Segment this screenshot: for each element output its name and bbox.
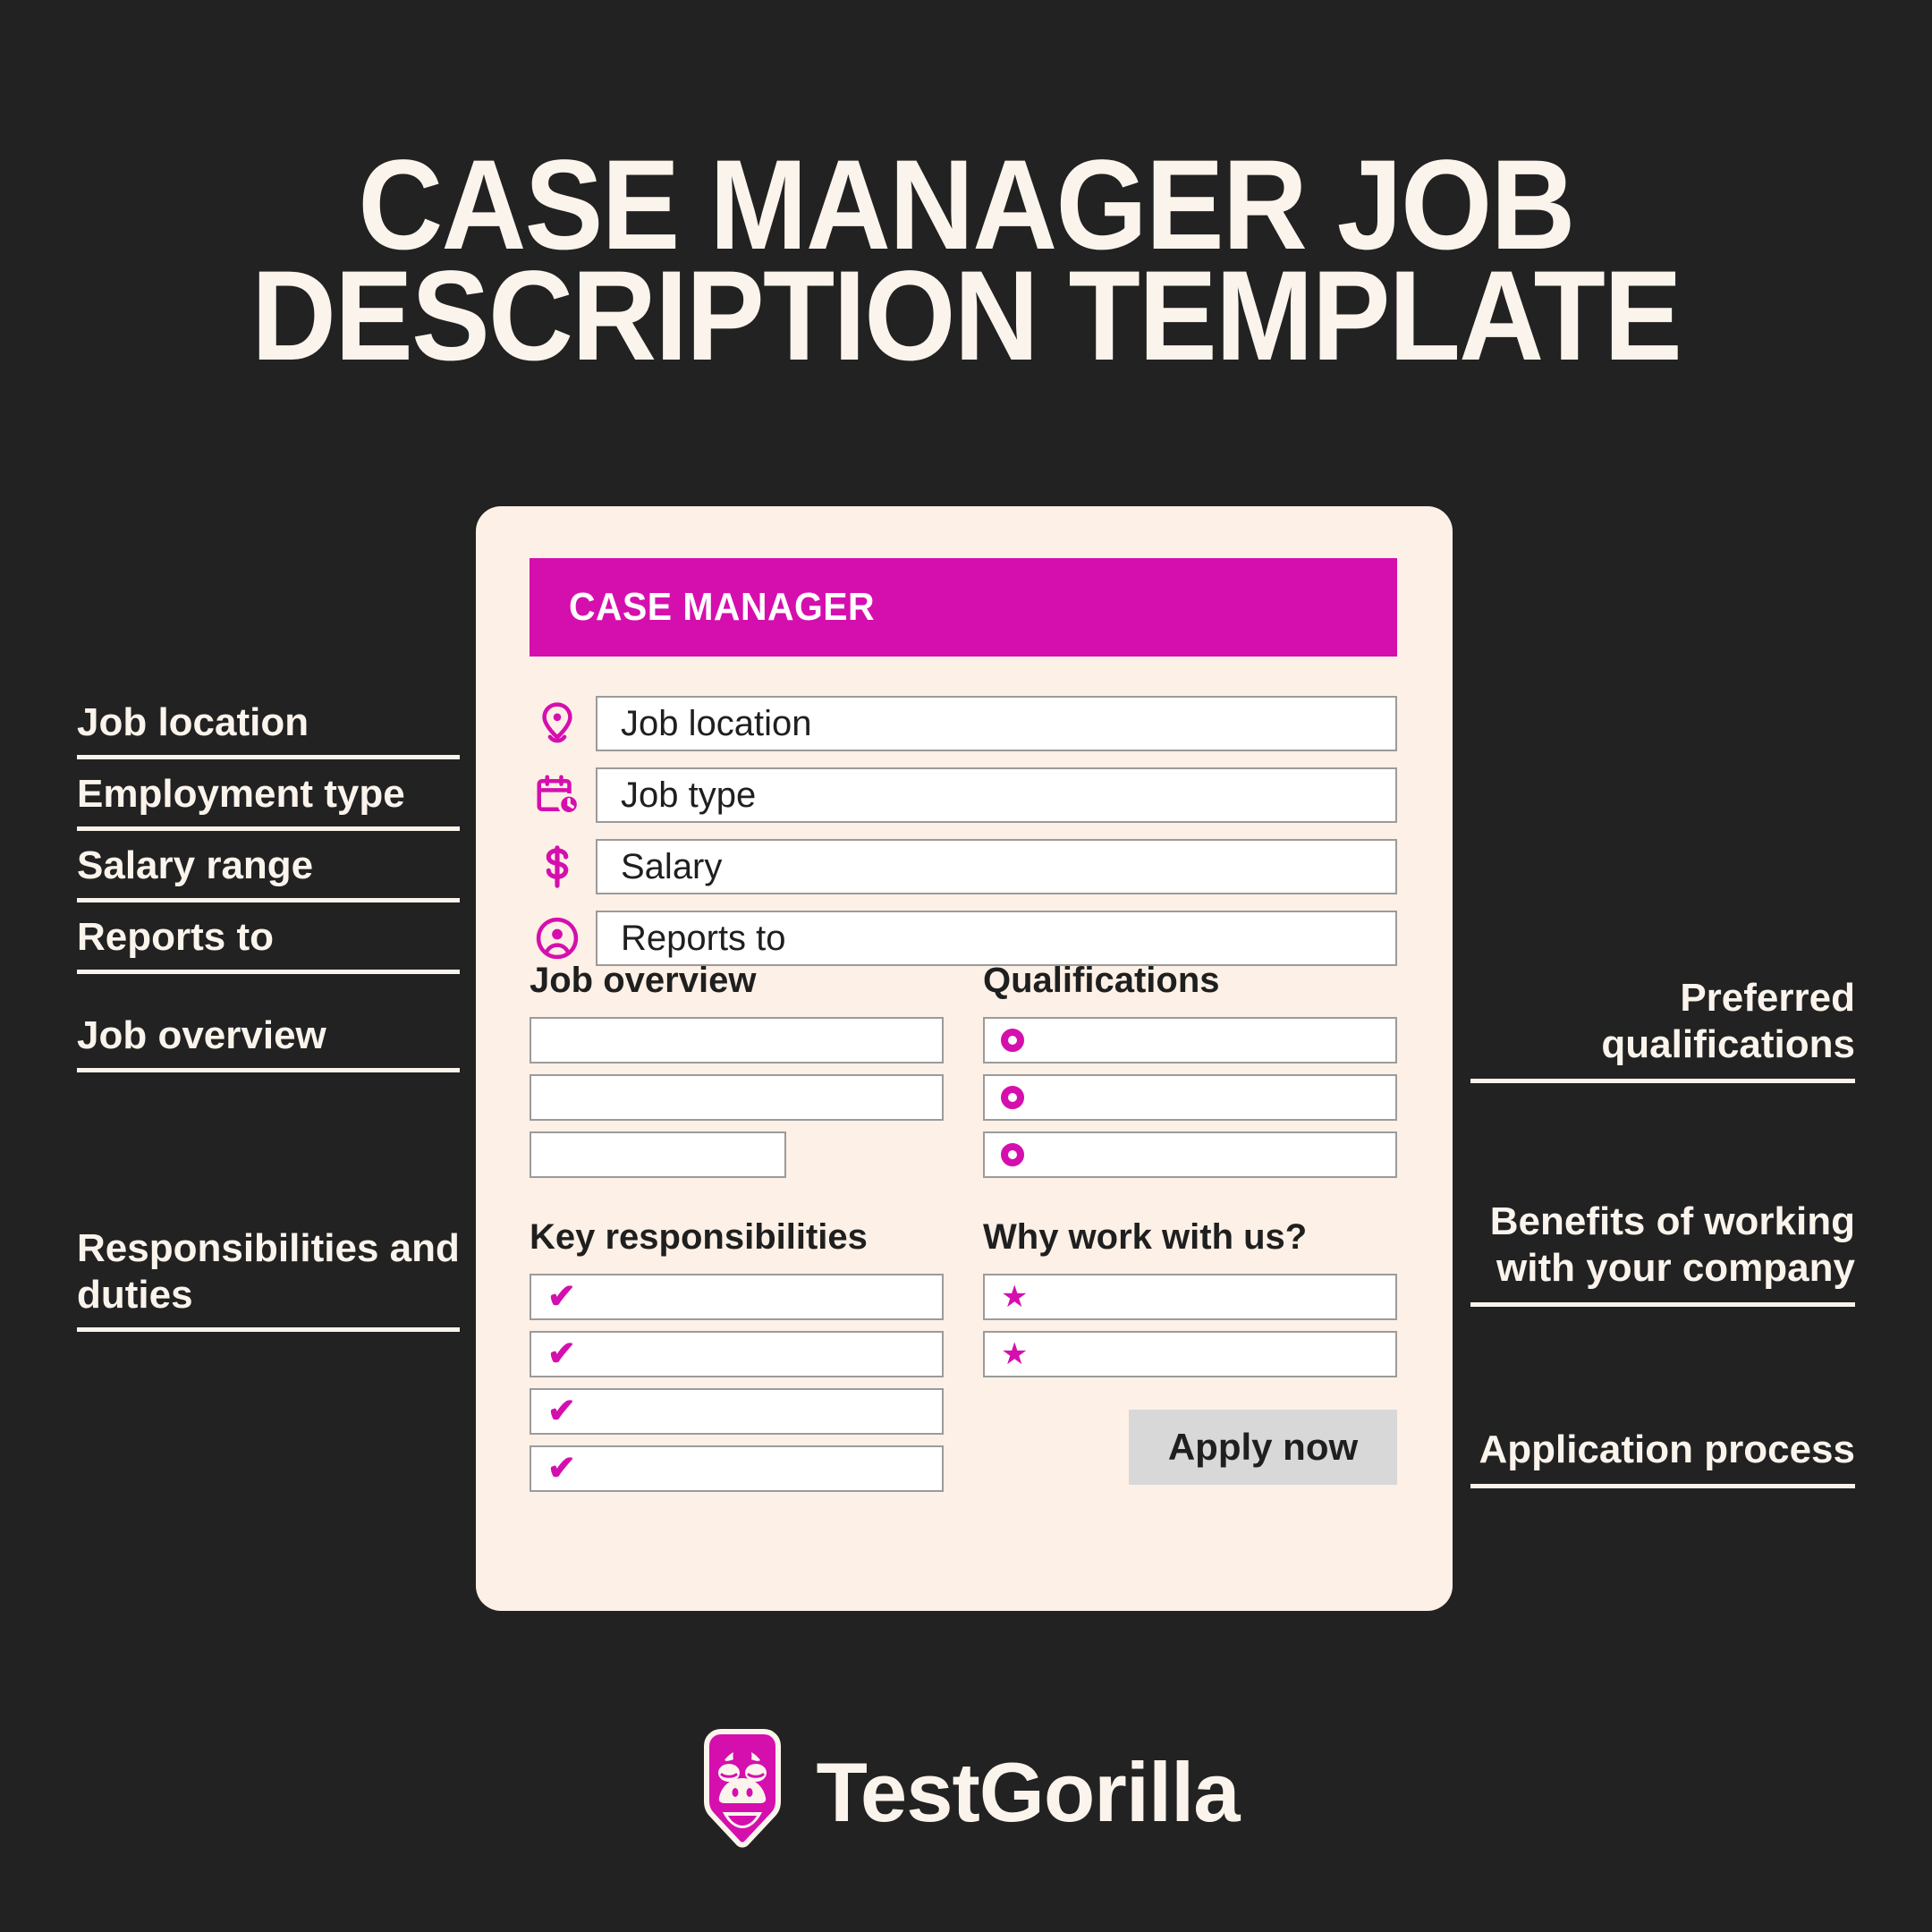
- annotation-underline: [77, 970, 460, 974]
- annotation-underline: [77, 1327, 460, 1332]
- job-type-field[interactable]: Job type: [596, 767, 1397, 823]
- why-work-row[interactable]: ★: [983, 1274, 1397, 1320]
- page-title-line-2: DESCRIPTION TEMPLATE: [250, 245, 1682, 387]
- annotation-underline: [1470, 1484, 1855, 1488]
- annotation-label: Application process: [1479, 1428, 1855, 1471]
- check-icon: ✔: [547, 1393, 576, 1430]
- check-icon: ✔: [547, 1278, 576, 1316]
- star-icon: ★: [1001, 1337, 1029, 1371]
- annotation-label: Reports to: [77, 915, 274, 959]
- apply-button-wrapper: Apply now: [983, 1410, 1397, 1485]
- annotation-label: Job overview: [77, 1013, 326, 1057]
- check-icon: ✔: [547, 1335, 576, 1373]
- annotation-application-process: Application process: [1470, 1427, 1855, 1488]
- annotation-underline: [1470, 1302, 1855, 1307]
- check-icon: ✔: [547, 1450, 576, 1487]
- annotation-reports-to: Reports to: [77, 914, 460, 974]
- calendar-clock-icon: [530, 767, 585, 823]
- ring-bullet-icon: [1001, 1029, 1024, 1052]
- left-column: Job overview Key responsibilities ✔ ✔ ✔ …: [530, 961, 944, 1503]
- gorilla-shield-logo: [692, 1726, 792, 1858]
- annotation-label: Responsibilities and duties: [77, 1226, 460, 1317]
- qualification-row[interactable]: [983, 1131, 1397, 1178]
- key-responsibility-row[interactable]: ✔: [530, 1388, 944, 1435]
- job-overview-row[interactable]: [530, 1017, 944, 1063]
- apply-now-button[interactable]: Apply now: [1129, 1410, 1397, 1485]
- person-circle-icon: [530, 911, 585, 966]
- annotation-label: Employment type: [77, 772, 405, 816]
- field-value: Reports to: [621, 918, 786, 958]
- annotation-responsibilities-and-duties: Responsibilities and duties: [77, 1225, 460, 1332]
- top-field-list: Job location Job type Salary Reports to: [530, 696, 1397, 982]
- page-title: CASE MANAGER JOB DESCRIPTION TEMPLATE: [77, 141, 1854, 387]
- location-pin-icon: [530, 696, 585, 751]
- job-location-field[interactable]: Job location: [596, 696, 1397, 751]
- job-overview-row[interactable]: [530, 1131, 787, 1178]
- annotation-label: Salary range: [77, 843, 314, 887]
- annotation-benefits-of-working: Benefits of working with your company: [1470, 1199, 1855, 1307]
- brand-footer: TestGorilla: [0, 1726, 1932, 1858]
- annotation-job-overview: Job overview: [77, 1013, 460, 1072]
- annotation-employment-type: Employment type: [77, 771, 460, 831]
- annotation-label: Job location: [77, 700, 309, 744]
- job-description-card: CASE MANAGER Job location Job type Salar…: [476, 506, 1453, 1611]
- annotation-salary-range: Salary range: [77, 843, 460, 902]
- annotation-underline: [1470, 1079, 1855, 1083]
- annotation-job-location: Job location: [77, 699, 460, 759]
- qualification-row[interactable]: [983, 1074, 1397, 1121]
- section-title-job-overview: Job overview: [530, 961, 757, 1000]
- annotation-preferred-qualifications: Preferred qualifications: [1470, 975, 1855, 1083]
- field-row-job-type: Job type: [530, 767, 1397, 823]
- reports-to-field[interactable]: Reports to: [596, 911, 1397, 966]
- card-header-bar: CASE MANAGER: [530, 558, 1397, 657]
- annotation-underline: [77, 755, 460, 759]
- qualification-row[interactable]: [983, 1017, 1397, 1063]
- dollar-sign-icon: [530, 839, 585, 894]
- key-responsibility-row[interactable]: ✔: [530, 1274, 944, 1320]
- section-title-key-responsibilities: Key responsibilities: [530, 1217, 868, 1257]
- card-columns: Job overview Key responsibilities ✔ ✔ ✔ …: [530, 961, 1397, 1503]
- annotation-underline: [77, 898, 460, 902]
- annotation-label: Benefits of working with your company: [1489, 1199, 1855, 1290]
- card-header-title: CASE MANAGER: [569, 585, 876, 629]
- field-value: Salary: [621, 846, 723, 886]
- brand-name: TestGorilla: [816, 1744, 1240, 1839]
- annotation-label: Preferred qualifications: [1601, 976, 1855, 1066]
- field-value: Job location: [621, 703, 812, 743]
- salary-field[interactable]: Salary: [596, 839, 1397, 894]
- field-value: Job type: [621, 775, 757, 815]
- star-icon: ★: [1001, 1280, 1029, 1314]
- field-row-reports-to: Reports to: [530, 911, 1397, 966]
- section-title-qualifications: Qualifications: [983, 961, 1220, 1000]
- annotation-underline: [77, 826, 460, 831]
- key-responsibility-row[interactable]: ✔: [530, 1445, 944, 1492]
- right-column: Qualifications Why work with us? ★ ★ App…: [983, 961, 1397, 1503]
- ring-bullet-icon: [1001, 1143, 1024, 1166]
- field-row-job-location: Job location: [530, 696, 1397, 751]
- annotation-underline: [77, 1068, 460, 1072]
- why-work-row[interactable]: ★: [983, 1331, 1397, 1377]
- infographic-page: CASE MANAGER JOB DESCRIPTION TEMPLATE Jo…: [0, 0, 1932, 1932]
- ring-bullet-icon: [1001, 1086, 1024, 1109]
- section-title-why-work-with-us: Why work with us?: [983, 1217, 1308, 1257]
- key-responsibility-row[interactable]: ✔: [530, 1331, 944, 1377]
- job-overview-row[interactable]: [530, 1074, 944, 1121]
- field-row-salary: Salary: [530, 839, 1397, 894]
